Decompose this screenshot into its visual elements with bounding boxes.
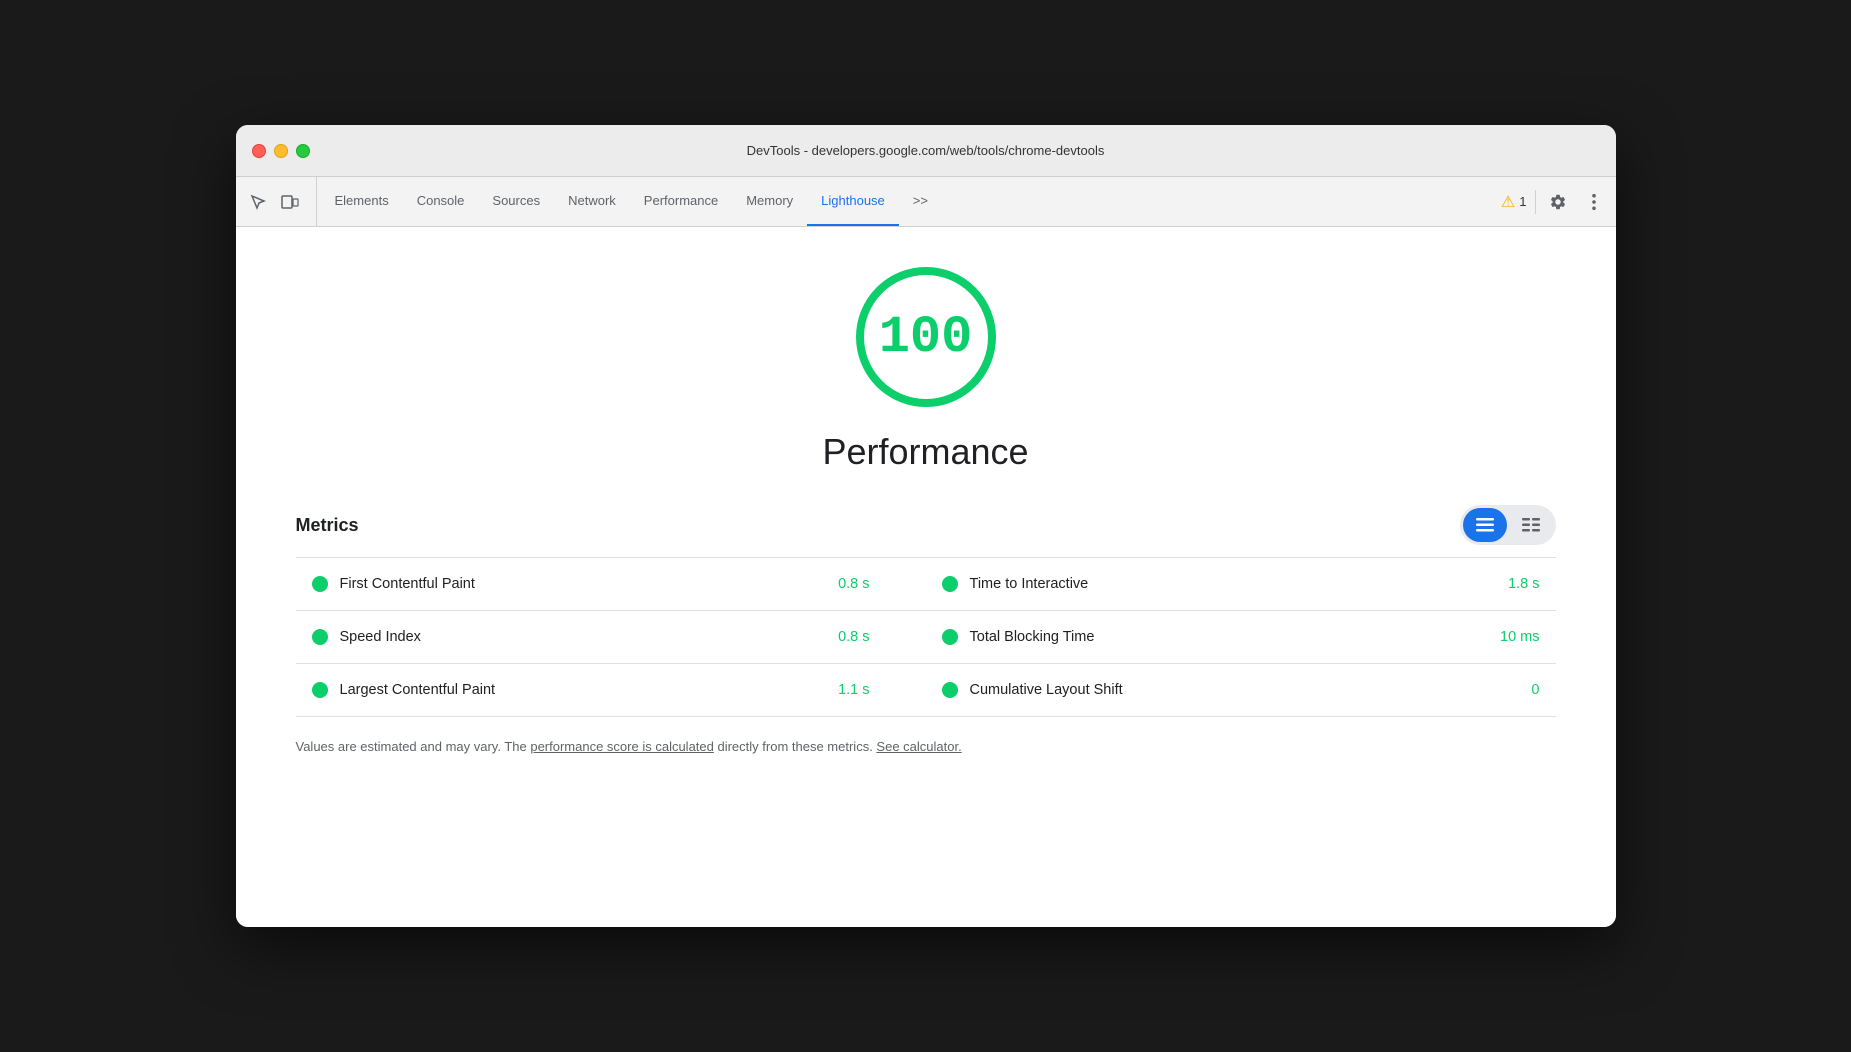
metric-cell-si: Speed Index 0.8 s	[296, 611, 926, 663]
titlebar: DevTools - developers.google.com/web/too…	[236, 125, 1616, 177]
metric-value-tti: 1.8 s	[1508, 576, 1539, 592]
score-number: 100	[879, 308, 973, 367]
view-toggle	[1460, 505, 1556, 545]
metric-value-si: 0.8 s	[838, 629, 869, 645]
calculator-link[interactable]: See calculator.	[876, 739, 961, 754]
metric-value-tbt: 10 ms	[1500, 629, 1540, 645]
metric-cell-fcp: First Contentful Paint 0.8 s	[296, 558, 926, 610]
device-toggle-icon[interactable]	[276, 188, 304, 216]
metric-value-lcp: 1.1 s	[838, 682, 869, 698]
main-content: 100 Performance Metrics	[236, 227, 1616, 927]
minimize-button[interactable]	[274, 144, 288, 158]
metric-dot-lcp	[312, 682, 328, 698]
tab-sources[interactable]: Sources	[478, 177, 554, 226]
tab-performance[interactable]: Performance	[630, 177, 732, 226]
toggle-list-view[interactable]	[1463, 508, 1507, 542]
footer-note: Values are estimated and may vary. The p…	[296, 737, 1556, 757]
metric-cell-cls: Cumulative Layout Shift 0	[926, 664, 1556, 716]
toolbar-icons	[244, 177, 317, 226]
metric-name-tti: Time to Interactive	[970, 576, 1497, 592]
score-circle: 100	[856, 267, 996, 407]
metrics-header: Metrics	[296, 505, 1556, 545]
metric-cell-lcp: Largest Contentful Paint 1.1 s	[296, 664, 926, 716]
tabs: Elements Console Sources Network Perform…	[321, 177, 1493, 226]
toolbar-divider	[1535, 190, 1536, 214]
metrics-section: Metrics	[296, 505, 1556, 757]
metric-dot-tbt	[942, 629, 958, 645]
tab-lighthouse[interactable]: Lighthouse	[807, 177, 899, 226]
score-section: 100 Performance	[296, 267, 1556, 473]
metric-dot-cls	[942, 682, 958, 698]
metric-value-fcp: 0.8 s	[838, 576, 869, 592]
maximize-button[interactable]	[296, 144, 310, 158]
metric-name-tbt: Total Blocking Time	[970, 629, 1489, 645]
browser-window: DevTools - developers.google.com/web/too…	[236, 125, 1616, 927]
toggle-grid-view[interactable]	[1509, 508, 1553, 542]
metric-dot-tti	[942, 576, 958, 592]
metric-dot-si	[312, 629, 328, 645]
tab-console[interactable]: Console	[403, 177, 479, 226]
metric-cell-tti: Time to Interactive 1.8 s	[926, 558, 1556, 610]
tab-more[interactable]: >>	[899, 177, 942, 226]
warning-icon: ⚠	[1501, 192, 1515, 212]
metric-name-cls: Cumulative Layout Shift	[970, 682, 1520, 698]
performance-score-link[interactable]: performance score is calculated	[530, 739, 714, 754]
metrics-row-1: First Contentful Paint 0.8 s Time to Int…	[296, 558, 1556, 611]
metrics-row-2: Speed Index 0.8 s Total Blocking Time 10…	[296, 611, 1556, 664]
inspector-icon[interactable]	[244, 188, 272, 216]
toolbar-right: ⚠ 1	[1493, 177, 1608, 226]
metric-cell-tbt: Total Blocking Time 10 ms	[926, 611, 1556, 663]
metric-name-si: Speed Index	[340, 629, 827, 645]
metric-dot-fcp	[312, 576, 328, 592]
tab-elements[interactable]: Elements	[321, 177, 403, 226]
close-button[interactable]	[252, 144, 266, 158]
metric-value-cls: 0	[1531, 682, 1539, 698]
tab-memory[interactable]: Memory	[732, 177, 807, 226]
window-title: DevTools - developers.google.com/web/too…	[747, 143, 1105, 158]
metrics-row-3: Largest Contentful Paint 1.1 s Cumulativ…	[296, 664, 1556, 717]
more-options-button[interactable]	[1580, 188, 1608, 216]
metric-name-lcp: Largest Contentful Paint	[340, 682, 827, 698]
devtools-toolbar: Elements Console Sources Network Perform…	[236, 177, 1616, 227]
metrics-title: Metrics	[296, 515, 359, 536]
tab-network[interactable]: Network	[554, 177, 630, 226]
settings-button[interactable]	[1544, 188, 1572, 216]
warning-badge[interactable]: ⚠ 1	[1501, 192, 1527, 212]
metric-name-fcp: First Contentful Paint	[340, 576, 827, 592]
score-label: Performance	[822, 431, 1028, 473]
traffic-lights	[252, 144, 310, 158]
